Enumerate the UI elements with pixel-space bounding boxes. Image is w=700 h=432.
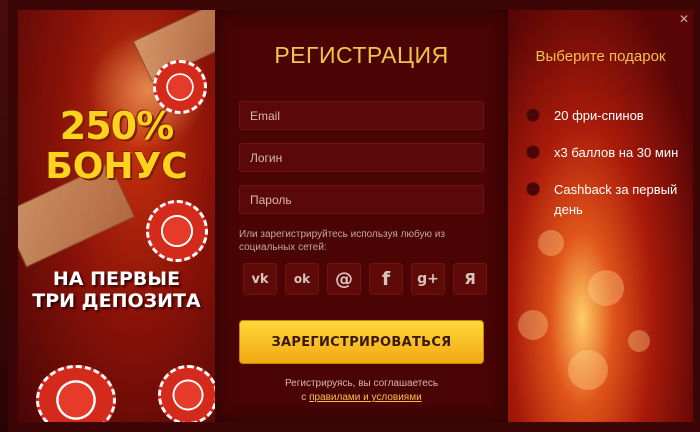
gift-option[interactable]: x3 баллов на 30 мин — [526, 143, 686, 163]
gift-option[interactable]: Cashback за первый день — [526, 180, 686, 220]
terms-link[interactable]: правилами и условиями — [309, 392, 422, 403]
gift-label: x3 баллов на 30 мин — [554, 145, 679, 160]
google-plus-icon[interactable]: g+ — [411, 263, 445, 295]
gift-panel: Выберите подарок 20 фри-спинов x3 баллов… — [508, 10, 693, 422]
terms-text: Регистрируясь, вы соглашаетесь с правила… — [215, 377, 508, 405]
social-register-text: Или зарегистрируйтесь используя любую из… — [239, 229, 445, 253]
terms-line2: с правилами и условиями — [215, 391, 508, 405]
terms-prefix: Регистрируясь, вы соглашаетесь — [284, 378, 439, 389]
register-button[interactable]: ЗАРЕГИСТРИРОВАТЬСЯ — [239, 320, 484, 364]
social-buttons: vk ok @ f g+ Я — [243, 263, 487, 295]
odnoklassniki-icon[interactable]: ok — [285, 263, 319, 295]
mailru-icon[interactable]: @ — [327, 263, 361, 295]
close-icon[interactable]: ✕ — [677, 12, 691, 26]
gift-radio[interactable] — [526, 145, 540, 159]
deposit-line-2: ТРИ ДЕПОЗИТА — [32, 290, 201, 312]
yandex-icon[interactable]: Я — [453, 263, 487, 295]
bonus-percent: 250% — [59, 104, 174, 148]
form-title: РЕГИСТРАЦИЯ — [274, 42, 449, 68]
casino-chip-image — [146, 200, 208, 262]
login-field[interactable] — [239, 143, 484, 172]
bokeh-light — [568, 350, 608, 390]
bokeh-light — [518, 310, 548, 340]
registration-modal: 250% БОНУС НА ПЕРВЫЕ ТРИ ДЕПОЗИТА РЕГИСТ… — [8, 0, 700, 432]
deposit-line-1: НА ПЕРВЫЕ — [52, 268, 181, 290]
gift-radio[interactable] — [526, 108, 540, 122]
gift-title: Выберите подарок — [535, 48, 666, 65]
facebook-icon[interactable]: f — [369, 263, 403, 295]
bonus-label: БОНУС — [45, 146, 188, 187]
vk-glyph: vk — [251, 271, 269, 287]
ok-glyph: ok — [293, 272, 311, 286]
facebook-glyph: f — [381, 268, 391, 290]
email-field[interactable] — [239, 101, 484, 130]
password-field[interactable] — [239, 185, 484, 214]
casino-chip-image — [158, 365, 215, 422]
google-plus-glyph: g+ — [417, 271, 439, 287]
yandex-glyph: Я — [464, 270, 476, 288]
registration-form: РЕГИСТРАЦИЯ Или зарегистрируйтесь исполь… — [215, 10, 508, 422]
gift-label: Cashback за первый день — [554, 182, 678, 217]
bonus-promo-panel: 250% БОНУС НА ПЕРВЫЕ ТРИ ДЕПОЗИТА — [18, 10, 215, 422]
mailru-glyph: @ — [335, 268, 353, 290]
gift-option[interactable]: 20 фри-спинов — [526, 106, 686, 126]
gift-label: 20 фри-спинов — [554, 108, 644, 123]
gift-radio[interactable] — [526, 182, 540, 196]
bokeh-light — [628, 330, 650, 352]
bokeh-light — [538, 230, 564, 256]
terms-with: с — [301, 392, 307, 403]
casino-chip-image — [36, 365, 116, 422]
vk-icon[interactable]: vk — [243, 263, 277, 295]
bokeh-light — [588, 270, 624, 306]
